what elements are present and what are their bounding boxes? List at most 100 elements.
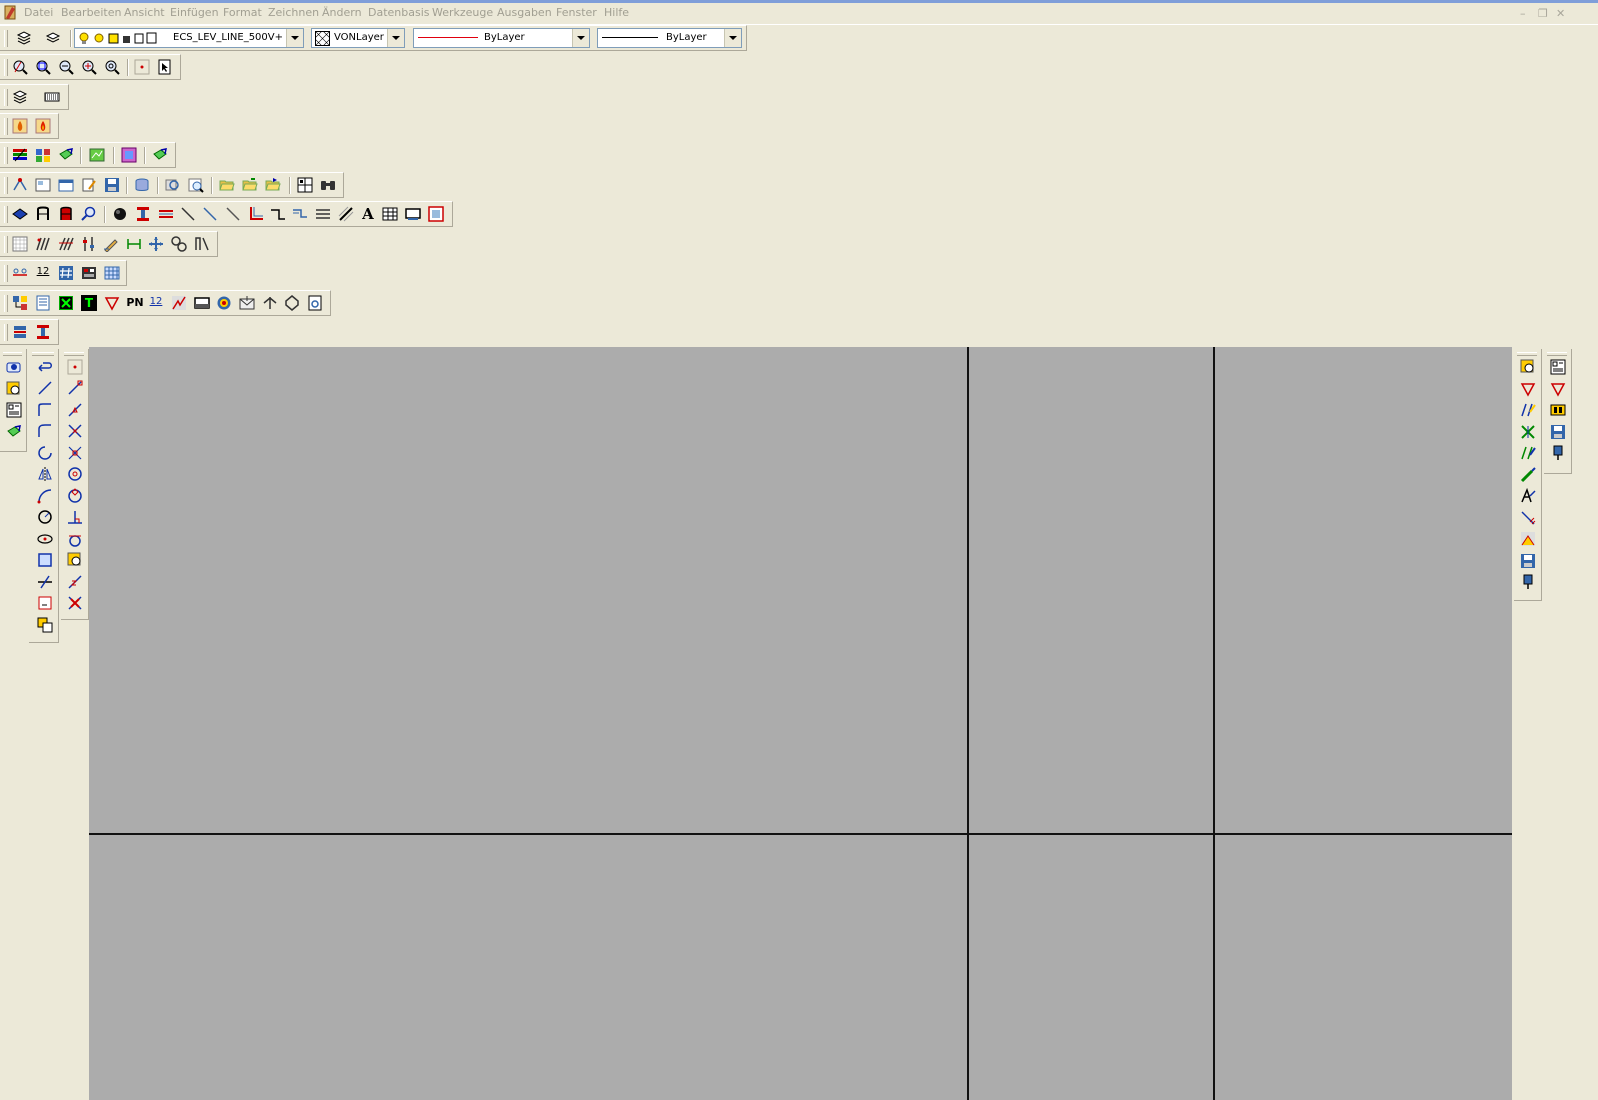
trim-icon[interactable]	[37, 574, 53, 590]
cross-green-icon[interactable]	[1520, 424, 1536, 440]
menu-bearbeiten[interactable]: Bearbeiten	[61, 6, 121, 19]
pencil-icon[interactable]	[103, 236, 119, 252]
yellow-tool-icon[interactable]	[6, 381, 22, 397]
copy-objects-icon[interactable]	[37, 617, 53, 633]
list-box-icon[interactable]	[6, 402, 22, 418]
open-folder-alt-icon[interactable]	[242, 177, 258, 193]
yellow-panel-icon[interactable]	[1550, 402, 1566, 418]
linetype-combo[interactable]: ByLayer	[413, 28, 590, 48]
snap-quadrant-icon[interactable]	[67, 488, 83, 504]
tools-icon[interactable]	[35, 236, 51, 252]
diagonal-line-grey-icon[interactable]	[225, 206, 241, 222]
double-line-icon[interactable]	[158, 206, 174, 222]
arc-icon[interactable]	[37, 488, 53, 504]
adjust-icon[interactable]	[81, 236, 97, 252]
menu-datenbasis[interactable]: Datenbasis	[368, 6, 430, 19]
triangle-down-red-icon[interactable]	[1520, 381, 1536, 397]
hatch-pattern-icon[interactable]	[44, 89, 60, 105]
layer-previous-icon[interactable]	[45, 30, 61, 46]
preview-icon[interactable]	[188, 177, 204, 193]
hash-icon[interactable]	[58, 265, 74, 281]
measure-icon[interactable]	[1520, 445, 1536, 461]
network-icon[interactable]	[12, 295, 28, 311]
snap-point-icon[interactable]	[67, 359, 83, 375]
zoom-window-icon[interactable]	[35, 59, 51, 75]
cabinet-icon[interactable]	[35, 206, 51, 222]
drawing-canvas[interactable]	[89, 347, 1512, 1100]
diagonal-line-blue-icon[interactable]	[202, 206, 218, 222]
lines-icon[interactable]	[315, 206, 331, 222]
ibeam-red-icon[interactable]	[35, 324, 51, 340]
grid-table-icon[interactable]	[104, 265, 120, 281]
dimension-icon[interactable]	[126, 236, 142, 252]
device-icon[interactable]	[194, 295, 210, 311]
color-layers-icon[interactable]	[12, 147, 28, 163]
signal-icon[interactable]	[171, 295, 187, 311]
diamond-icon[interactable]	[284, 295, 300, 311]
number-label-icon[interactable]: 12	[35, 265, 51, 281]
open-folder-arrow-icon[interactable]	[265, 177, 281, 193]
snap-midpoint-icon[interactable]	[67, 402, 83, 418]
text-green-icon[interactable]: T	[81, 295, 97, 311]
document-list-icon[interactable]	[35, 295, 51, 311]
drawing-frame-icon[interactable]	[35, 177, 51, 193]
snap-perpendicular-icon[interactable]	[67, 509, 83, 525]
pn-label-icon[interactable]: PN	[125, 295, 145, 311]
layout-grid-icon[interactable]	[297, 177, 313, 193]
layer-manager-icon[interactable]	[16, 30, 32, 46]
menu-ansicht[interactable]: Ansicht	[124, 6, 165, 19]
menu-fenster[interactable]: Fenster	[556, 6, 597, 19]
save-icon[interactable]	[104, 177, 120, 193]
chart-edit-icon[interactable]	[1520, 531, 1536, 547]
corner-icon[interactable]	[248, 206, 264, 222]
flame-alt-icon[interactable]	[35, 118, 51, 134]
point-icon[interactable]	[134, 59, 150, 75]
minimize-button[interactable]: –	[1520, 7, 1526, 20]
block-icon[interactable]	[37, 595, 53, 611]
text-tool-icon[interactable]: A	[360, 206, 376, 222]
toolbar-grip[interactable]	[4, 30, 8, 47]
scale-icon[interactable]	[1520, 510, 1536, 526]
zoom-in-icon[interactable]	[81, 59, 97, 75]
list-panel-icon[interactable]	[1550, 359, 1566, 375]
menu-werkzeuge[interactable]: Werkzeuge	[432, 6, 493, 19]
select-object-icon[interactable]	[157, 59, 173, 75]
report-icon[interactable]	[307, 295, 323, 311]
stretch-icon[interactable]	[194, 236, 210, 252]
snap-endpoint-icon[interactable]	[67, 380, 83, 396]
gradient-icon[interactable]	[121, 147, 137, 163]
triangle-red-alt-icon[interactable]	[1550, 381, 1566, 397]
restore-button[interactable]: ❐	[1538, 7, 1548, 20]
flame-icon[interactable]	[12, 118, 28, 134]
color-combo[interactable]: VONLayer	[311, 28, 405, 48]
plot-icon[interactable]	[12, 177, 28, 193]
text-style-icon[interactable]	[1520, 488, 1536, 504]
align-icon[interactable]	[12, 265, 28, 281]
layer-stack-icon[interactable]	[12, 89, 28, 105]
color-wheel-icon[interactable]	[216, 295, 232, 311]
snap-insert-icon[interactable]	[67, 552, 83, 568]
menu-ausgaben[interactable]: Ausgaben	[497, 6, 552, 19]
export-green-icon[interactable]	[152, 147, 168, 163]
hatch-cross-icon[interactable]	[58, 236, 74, 252]
database-icon[interactable]	[134, 177, 150, 193]
chevron-down-icon[interactable]	[387, 29, 404, 47]
search-db-icon[interactable]	[165, 177, 181, 193]
line-icon[interactable]	[37, 380, 53, 396]
circle-arc-icon[interactable]	[37, 445, 53, 461]
menu-zeichnen[interactable]: Zeichnen	[268, 6, 319, 19]
junction-icon[interactable]	[262, 295, 278, 311]
viewport-icon[interactable]	[405, 206, 421, 222]
pin-alt-icon[interactable]	[1550, 445, 1566, 461]
export-green-alt-icon[interactable]	[6, 424, 22, 440]
brush-icon[interactable]	[1520, 467, 1536, 483]
circle-icon[interactable]	[37, 509, 53, 525]
app-icon[interactable]	[2, 4, 18, 21]
grid-dots-icon[interactable]	[12, 236, 28, 252]
zoom-realtime-icon[interactable]	[12, 59, 28, 75]
open-folder-icon[interactable]	[219, 177, 235, 193]
layers-blue-icon[interactable]	[12, 206, 28, 222]
table-icon[interactable]	[382, 206, 398, 222]
close-button[interactable]: ✕	[1556, 7, 1565, 20]
edit-doc-icon[interactable]	[81, 177, 97, 193]
